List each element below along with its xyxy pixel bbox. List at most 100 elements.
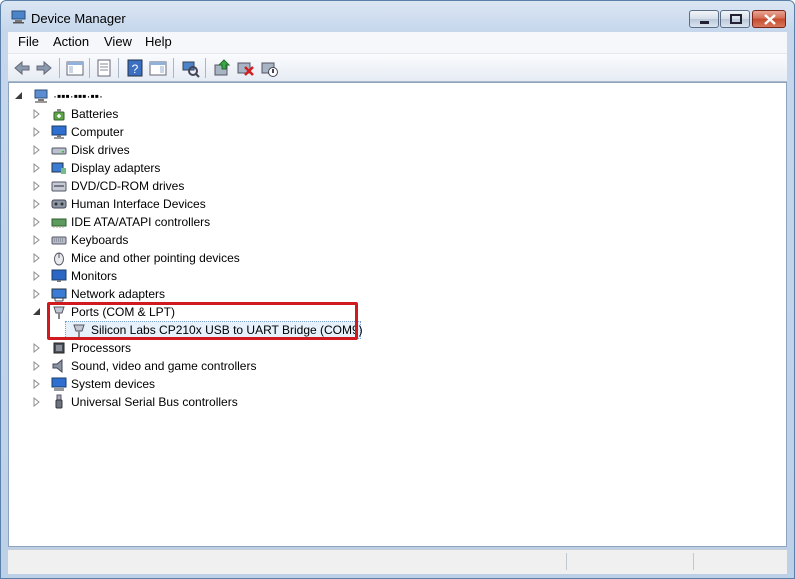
ide-controller-icon: [51, 218, 67, 228]
toolbar-separator: [118, 58, 119, 78]
status-divider: [566, 553, 567, 570]
tree-category[interactable]: DVD/CD-ROM drives: [9, 177, 769, 195]
tree-category[interactable]: Keyboards: [9, 231, 769, 249]
tree-item-label: DVD/CD-ROM drives: [71, 179, 185, 193]
status-divider: [693, 553, 694, 570]
tree-item-label: Keyboards: [71, 233, 129, 247]
disk-drive-icon: [51, 147, 67, 155]
tree-root[interactable]: ·▪▪▪·▪▪▪·▪▪·: [9, 87, 769, 105]
tree-category[interactable]: Display adapters: [9, 159, 769, 177]
tree-item-label: IDE ATA/ATAPI controllers: [71, 215, 211, 229]
menu-bar: File Action View Help: [8, 32, 787, 54]
tree-item-label: Sound, video and game controllers: [71, 359, 257, 373]
title-bar[interactable]: Device Manager: [1, 1, 794, 33]
expand-triangle-icon[interactable]: [33, 109, 42, 119]
help-icon[interactable]: ?: [125, 58, 145, 78]
tree-item-label: Human Interface Devices: [71, 197, 206, 211]
expand-triangle-icon[interactable]: [33, 253, 42, 263]
status-bar: [8, 549, 787, 574]
speaker-icon: [52, 358, 63, 374]
tree-item-label: System devices: [71, 377, 156, 391]
expand-triangle-icon[interactable]: [33, 163, 42, 173]
hid-icon: [51, 199, 67, 209]
forward-arrow-icon[interactable]: [34, 58, 54, 78]
menu-view[interactable]: View: [104, 34, 132, 49]
minimize-button[interactable]: [689, 10, 719, 28]
toolbar-separator: [59, 58, 60, 78]
back-arrow-icon[interactable]: [12, 58, 32, 78]
tree-category[interactable]: Disk drives: [9, 141, 769, 159]
tree-item-label: ·▪▪▪·▪▪▪·▪▪·: [53, 89, 104, 103]
tree-item-label: Network adapters: [71, 287, 166, 301]
tree-item-label: Disk drives: [71, 143, 130, 157]
svg-text:?: ?: [132, 62, 139, 76]
expand-triangle-icon[interactable]: [33, 397, 42, 407]
expand-triangle-icon[interactable]: [33, 199, 42, 209]
computer-root-icon: [34, 89, 48, 103]
uninstall-icon[interactable]: [235, 58, 255, 78]
device-manager-icon: [11, 10, 26, 24]
tree-item-label: Processors: [71, 341, 132, 355]
tree-item-label: Computer: [71, 125, 124, 139]
toolbar-separator: [205, 58, 206, 78]
tree-category[interactable]: Monitors: [9, 267, 769, 285]
processor-icon: [53, 342, 65, 354]
menu-action[interactable]: Action: [53, 34, 89, 49]
collapse-triangle-icon[interactable]: [15, 91, 24, 101]
tree-item-label: Batteries: [71, 107, 119, 121]
expand-triangle-icon[interactable]: [33, 145, 42, 155]
highlight-annotation-box: [47, 302, 358, 340]
display-adapter-icon: [51, 162, 66, 174]
tree-category[interactable]: IDE ATA/ATAPI controllers: [9, 213, 769, 231]
expand-triangle-icon[interactable]: [33, 217, 42, 227]
expand-triangle-icon[interactable]: [33, 181, 42, 191]
close-button[interactable]: [752, 10, 786, 28]
properties-icon[interactable]: [94, 58, 114, 78]
close-icon: [764, 14, 776, 25]
update-driver-icon[interactable]: [212, 58, 232, 78]
tree-category[interactable]: Processors: [9, 339, 769, 357]
toolbar: ?: [8, 54, 787, 82]
toolbar-separator: [173, 58, 174, 78]
toolbar-separator: [89, 58, 90, 78]
dvd-drive-icon: [51, 181, 67, 192]
maximize-button[interactable]: [720, 10, 750, 28]
minimize-icon: [700, 21, 709, 24]
menu-file[interactable]: File: [18, 34, 39, 49]
expand-triangle-icon[interactable]: [33, 361, 42, 371]
tree-category[interactable]: System devices: [9, 375, 769, 393]
expand-triangle-icon[interactable]: [33, 343, 42, 353]
collapse-triangle-icon[interactable]: [33, 307, 42, 317]
tree-category[interactable]: Sound, video and game controllers: [9, 357, 769, 375]
computer-icon: [51, 125, 67, 139]
tree-category[interactable]: Batteries: [9, 105, 769, 123]
usb-icon: [55, 394, 63, 409]
tree-item-label: Mice and other pointing devices: [71, 251, 240, 265]
tree-item-label: Universal Serial Bus controllers: [71, 395, 238, 409]
tree-category[interactable]: Computer: [9, 123, 769, 141]
show-hide-console-tree-icon[interactable]: [65, 58, 85, 78]
show-action-pane-icon[interactable]: [148, 58, 168, 78]
tree-category[interactable]: Mice and other pointing devices: [9, 249, 769, 267]
keyboard-icon: [51, 236, 67, 245]
maximize-icon: [730, 14, 742, 24]
expand-triangle-icon[interactable]: [33, 379, 42, 389]
disable-device-icon[interactable]: [259, 58, 279, 78]
mouse-icon: [54, 252, 64, 266]
expand-triangle-icon[interactable]: [33, 289, 42, 299]
tree-item-label: Monitors: [71, 269, 118, 283]
tree-category[interactable]: Human Interface Devices: [9, 195, 769, 213]
network-adapter-icon: [51, 288, 67, 302]
device-tree[interactable]: ·▪▪▪·▪▪▪·▪▪· Batteries Computer Disk drives…: [8, 82, 787, 547]
expand-triangle-icon[interactable]: [33, 127, 42, 137]
tree-category[interactable]: Universal Serial Bus controllers: [9, 393, 769, 411]
monitor-icon: [51, 269, 67, 282]
expand-triangle-icon[interactable]: [33, 235, 42, 245]
tree-item-label: Display adapters: [71, 161, 161, 175]
system-device-icon: [51, 377, 67, 391]
scan-hardware-icon[interactable]: [180, 58, 200, 78]
tree-category[interactable]: Network adapters: [9, 285, 769, 303]
battery-icon: [53, 109, 65, 121]
menu-help[interactable]: Help: [145, 34, 172, 49]
expand-triangle-icon[interactable]: [33, 271, 42, 281]
